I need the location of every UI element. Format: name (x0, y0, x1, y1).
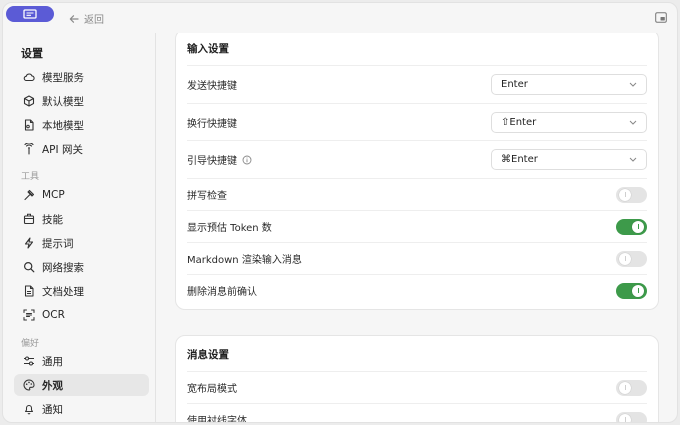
token-estimate-label: 显示预估 Token 数 (187, 223, 272, 234)
token-estimate-row: 显示预估 Token 数 (187, 210, 647, 242)
sidebar-item-default-model[interactable]: 默认模型 (14, 90, 149, 112)
select-value: ⇧Enter (501, 116, 537, 128)
settings-content: 输入设置 发送快捷键 Enter 换行快捷键 ⇧Enter 引导快捷键 ⌘Ent… (158, 33, 677, 422)
sidebar-item-label: OCR (42, 309, 65, 321)
file-icon (24, 285, 34, 297)
sidebar-item-label: 本地模型 (42, 119, 84, 132)
bell-icon (24, 404, 34, 415)
sidebar-item-label: 模型服务 (42, 71, 84, 84)
group-label-preferences: 偏好 (21, 339, 40, 349)
send-shortcut-label: 发送快捷键 (187, 81, 237, 92)
token-estimate-toggle[interactable] (616, 218, 647, 235)
newline-shortcut-select[interactable]: ⇧Enter (491, 111, 647, 133)
sidebar-item-appearance[interactable]: 外观 (14, 374, 149, 396)
serif-font-toggle[interactable] (616, 411, 647, 422)
send-shortcut-row: 发送快捷键 Enter (187, 65, 647, 103)
select-value: Enter (501, 79, 528, 90)
newline-shortcut-label: 换行快捷键 (187, 118, 237, 130)
app-logo-icon (23, 8, 37, 19)
markdown-render-toggle[interactable] (616, 250, 647, 267)
confirm-delete-label: 删除消息前确认 (187, 287, 257, 298)
sidebar-item-label: 外观 (42, 379, 63, 392)
sidebar-item-general[interactable]: 通用 (14, 350, 149, 372)
back-label: 返回 (84, 15, 104, 26)
palette-icon (23, 379, 35, 391)
scan-icon (23, 309, 35, 321)
document-icon (24, 119, 34, 131)
input-settings-card: 输入设置 发送快捷键 Enter 换行快捷键 ⇧Enter 引导快捷键 ⌘Ent… (175, 33, 659, 310)
newline-shortcut-row: 换行快捷键 ⇧Enter (187, 103, 647, 140)
wide-layout-label: 宽布局模式 (187, 384, 237, 395)
guide-shortcut-label: 引导快捷键 (187, 156, 237, 167)
sidebar-item-notifications[interactable]: 通知 (14, 398, 149, 420)
app-logo-button[interactable] (6, 6, 54, 22)
guide-shortcut-row: 引导快捷键 ⌘Enter (187, 140, 647, 178)
card-title: 输入设置 (187, 43, 229, 55)
box-icon (23, 213, 35, 225)
wide-layout-row: 宽布局模式 (187, 371, 647, 403)
serif-font-label: 使用衬线字体 (187, 416, 247, 422)
settings-sidebar: 设置 模型服务 默认模型 本地模型 API 网关 工具 MCP 技能 提示词 网… (3, 33, 156, 422)
sidebar-item-label: 通知 (42, 403, 63, 416)
sidebar-item-document-processing[interactable]: 文档处理 (14, 280, 149, 302)
spellcheck-label: 拼写检查 (187, 191, 227, 202)
confirm-delete-toggle[interactable] (616, 282, 647, 299)
sidebar-item-label: 通用 (42, 355, 63, 368)
sidebar-item-label: 技能 (42, 213, 63, 226)
serif-font-row: 使用衬线字体 (187, 403, 647, 422)
sidebar-item-api-gateway[interactable]: API 网关 (14, 138, 149, 160)
sidebar-item-label: MCP (42, 189, 65, 201)
sidebar-item-model-service[interactable]: 模型服务 (14, 66, 149, 88)
sidebar-item-label: 默认模型 (42, 95, 84, 108)
sidebar-item-skills[interactable]: 技能 (14, 208, 149, 230)
chevron-down-icon (629, 157, 637, 162)
picture-in-picture-icon (655, 12, 667, 23)
sidebar-item-ocr[interactable]: OCR (14, 304, 149, 326)
group-label-tools: 工具 (21, 172, 40, 182)
sidebar-item-web-search[interactable]: 网络搜索 (14, 256, 149, 278)
markdown-render-label: Markdown 渲染输入消息 (187, 255, 302, 266)
guide-shortcut-select[interactable]: ⌘Enter (491, 149, 647, 170)
sliders-icon (24, 356, 34, 366)
info-icon[interactable] (242, 155, 252, 165)
chevron-down-icon (629, 120, 637, 125)
hammer-icon (24, 189, 35, 201)
sidebar-item-label: API 网关 (42, 143, 83, 156)
antenna-icon (24, 143, 34, 155)
cloud-icon (23, 73, 35, 82)
spellcheck-row: 拼写检查 (187, 178, 647, 210)
sidebar-item-local-model[interactable]: 本地模型 (14, 114, 149, 136)
select-value: ⌘Enter (501, 154, 538, 165)
sidebar-item-prompts[interactable]: 提示词 (14, 232, 149, 254)
arrow-left-icon (69, 14, 79, 23)
sidebar-item-label: 提示词 (42, 237, 74, 250)
confirm-delete-row: 删除消息前确认 (187, 274, 647, 306)
card-title: 消息设置 (187, 349, 229, 361)
wide-layout-toggle[interactable] (616, 379, 647, 396)
sidebar-item-mcp[interactable]: MCP (14, 184, 149, 206)
guide-shortcut-label-group: 引导快捷键 (187, 152, 252, 167)
message-settings-card: 消息设置 宽布局模式 使用衬线字体 (175, 335, 659, 422)
markdown-render-row: Markdown 渲染输入消息 (187, 242, 647, 274)
sidebar-title: 设置 (21, 47, 43, 60)
app-window: 返回 设置 模型服务 默认模型 本地模型 API 网关 工具 MCP 技能 提示… (2, 2, 678, 423)
chevron-down-icon (629, 82, 637, 87)
titlebar: 返回 (3, 3, 677, 33)
lightning-icon (24, 237, 34, 249)
sidebar-item-label: 网络搜索 (42, 261, 84, 274)
send-shortcut-select[interactable]: Enter (491, 74, 647, 95)
window-mode-button[interactable] (655, 12, 667, 26)
back-button[interactable]: 返回 (69, 11, 104, 26)
cube-icon (23, 95, 35, 107)
spellcheck-toggle[interactable] (616, 186, 647, 203)
sidebar-item-label: 文档处理 (42, 285, 84, 298)
search-icon (23, 261, 35, 273)
